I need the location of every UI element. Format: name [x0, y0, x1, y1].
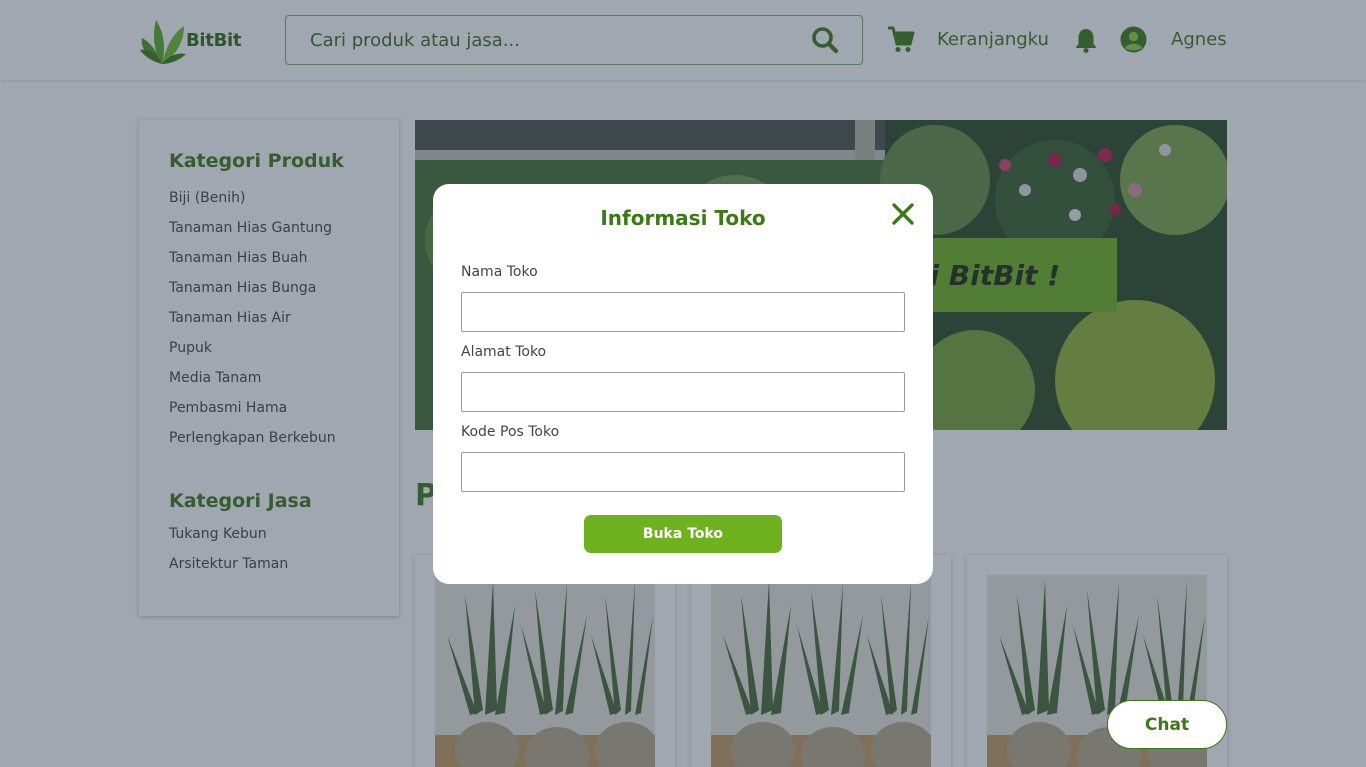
store-name-field[interactable]: [461, 292, 905, 332]
store-info-modal: Informasi Toko Nama Toko Alamat Toko Kod…: [433, 184, 933, 584]
page: BitBit Keranjangku: [0, 0, 1366, 767]
store-postal-code-field[interactable]: [461, 452, 905, 492]
close-button[interactable]: [891, 202, 915, 226]
store-address-label: Alamat Toko: [461, 344, 547, 360]
store-name-label: Nama Toko: [461, 264, 538, 280]
close-icon: [892, 203, 914, 225]
open-store-button[interactable]: Buka Toko: [584, 515, 782, 553]
store-postal-code-label: Kode Pos Toko: [461, 424, 560, 440]
chat-button[interactable]: Chat: [1107, 700, 1227, 749]
store-address-field[interactable]: [461, 372, 905, 412]
modal-title: Informasi Toko: [600, 206, 766, 230]
